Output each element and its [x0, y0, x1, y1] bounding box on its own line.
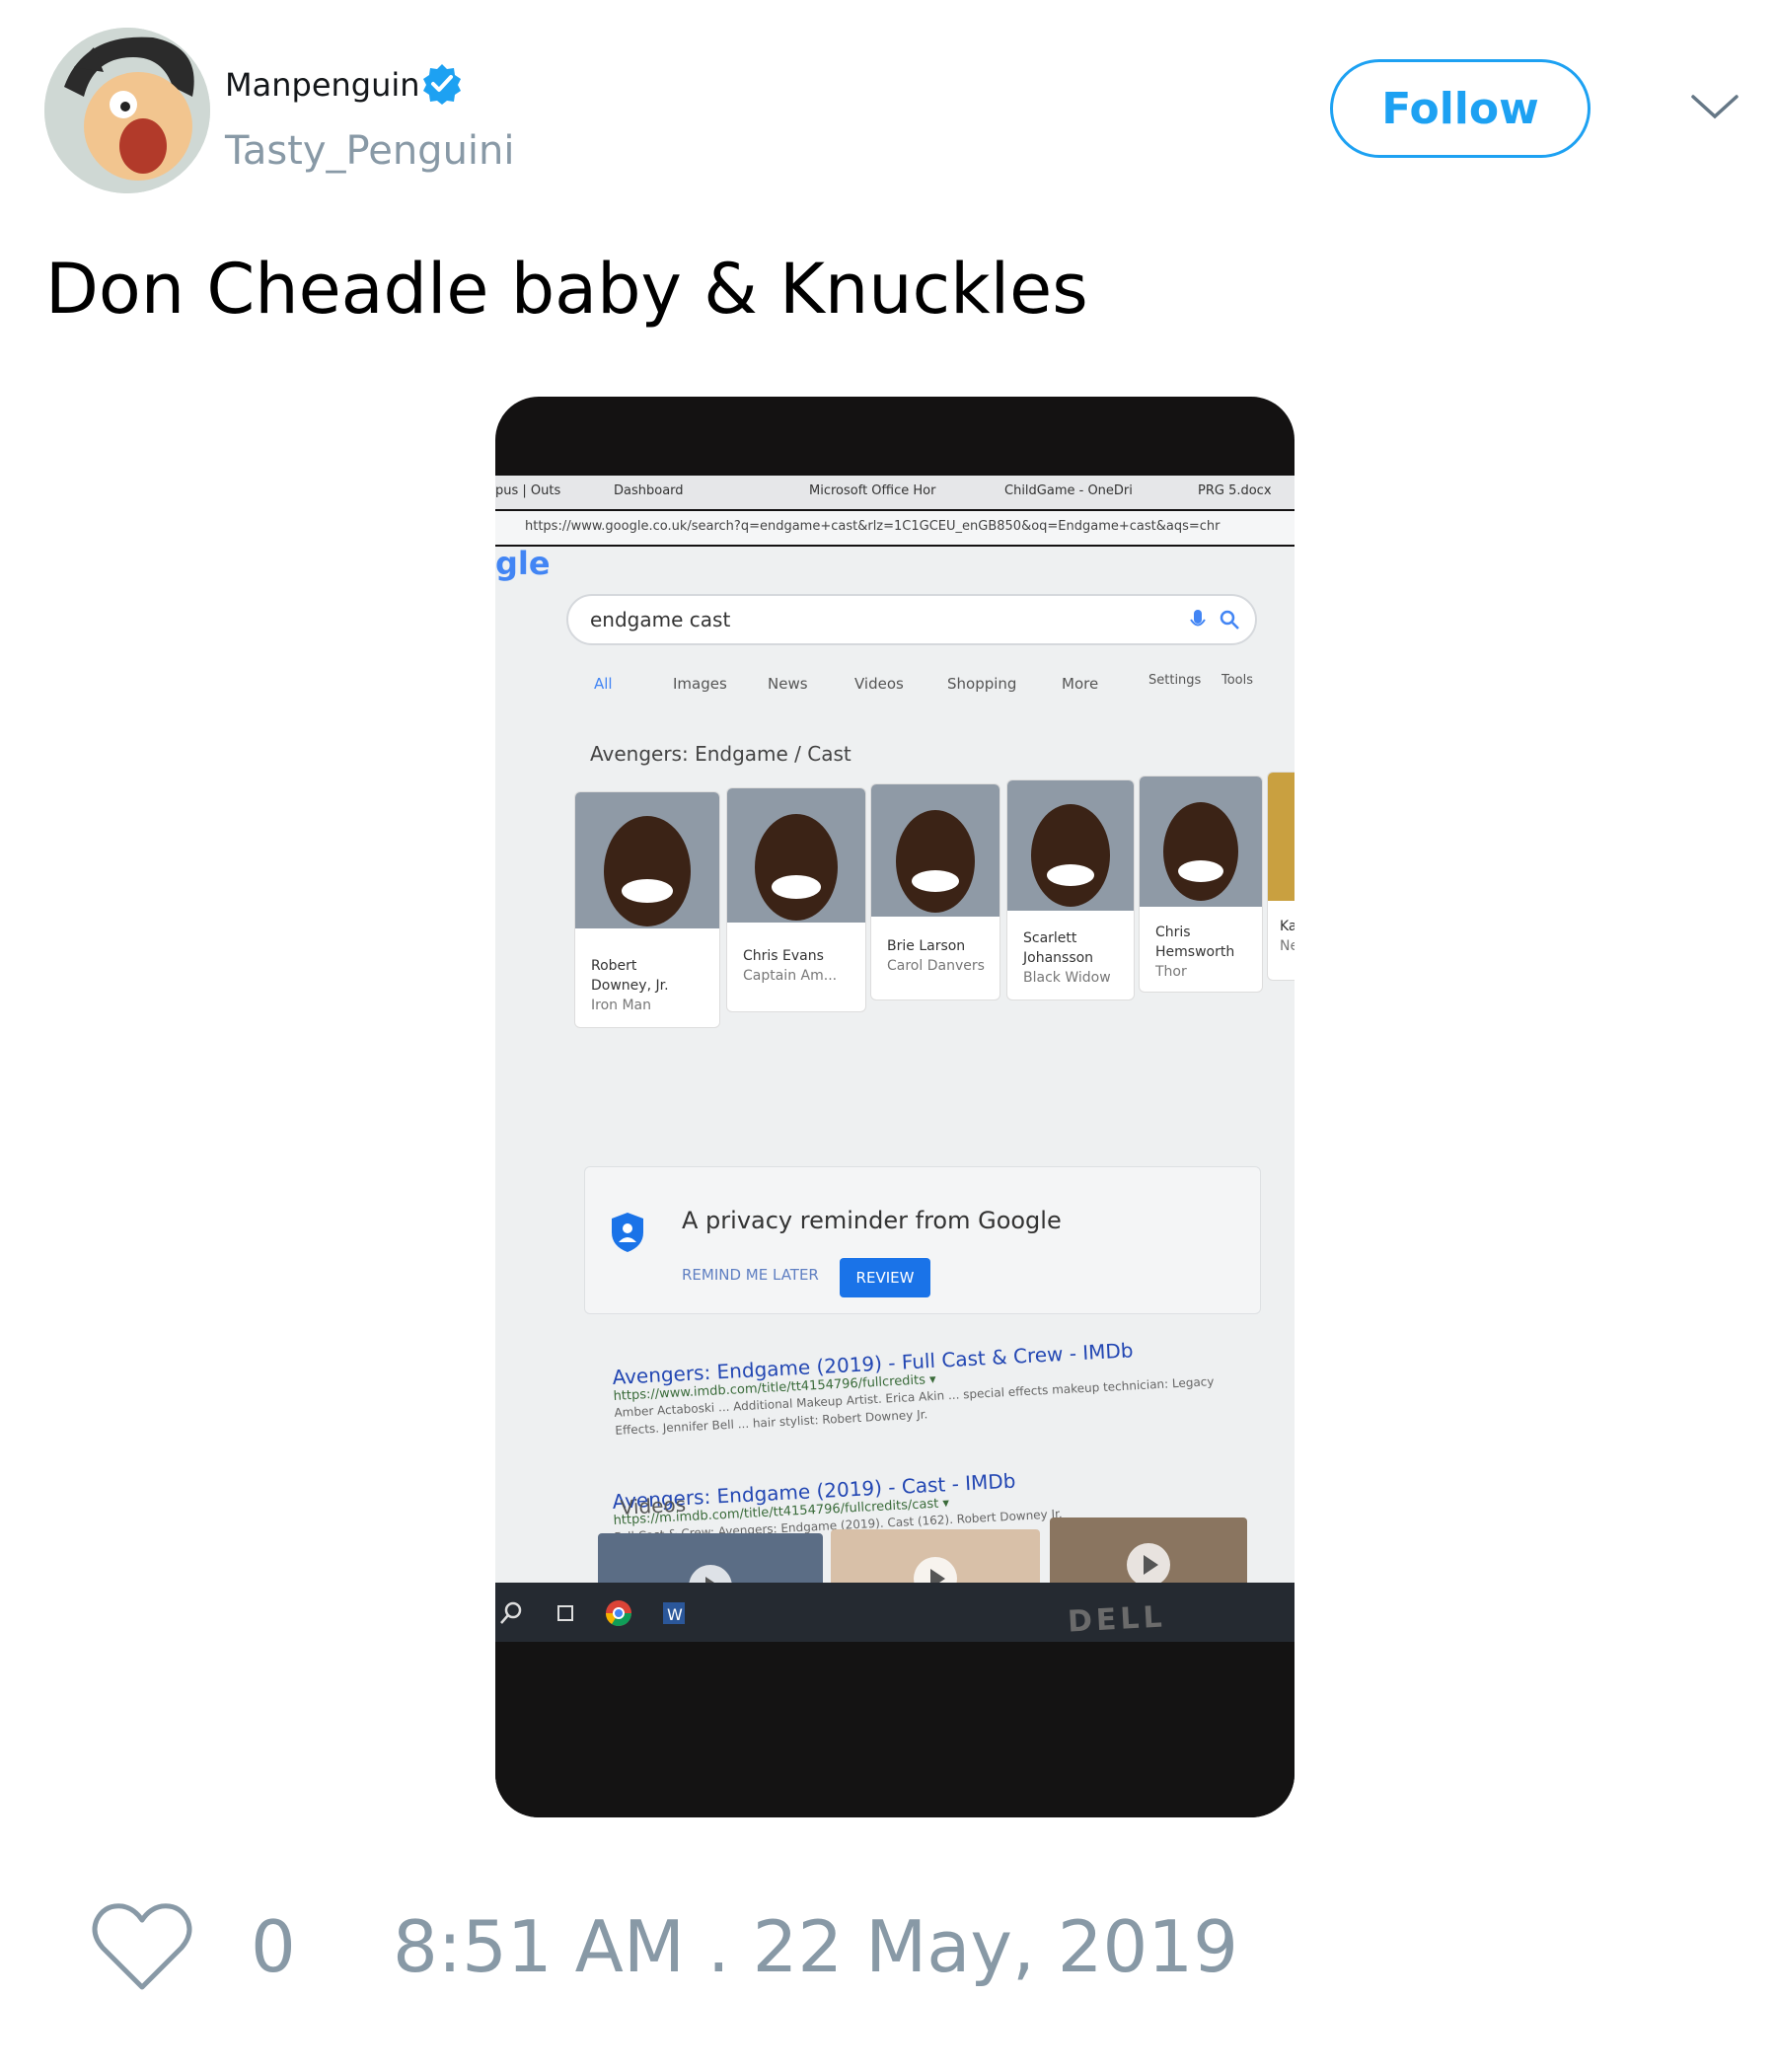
- browser-tab: PRG 5.docx: [1198, 483, 1272, 498]
- shield-icon: [612, 1213, 643, 1252]
- cast-name: Downey, Jr.: [591, 978, 669, 994]
- privacy-reminder-card: A privacy reminder from Google REMIND ME…: [584, 1166, 1261, 1314]
- tweet-text: Don Cheadle baby & Knuckles: [45, 249, 1088, 330]
- privacy-title: A privacy reminder from Google: [682, 1207, 1062, 1234]
- cast-card: Chris Hemsworth Thor: [1139, 776, 1263, 993]
- cast-card: Robert Downey, Jr. Iron Man: [574, 791, 720, 1028]
- search-icon: [500, 1601, 522, 1624]
- search-icon: [1220, 610, 1239, 629]
- address-bar: https://www.google.co.uk/search?q=endgam…: [495, 511, 1295, 545]
- cast-name: Hemsworth: [1155, 944, 1235, 960]
- nav-all: All: [594, 675, 613, 693]
- chevron-down-icon[interactable]: [1687, 87, 1742, 126]
- nav-videos: Videos: [854, 675, 904, 693]
- dell-logo: DELL: [1067, 1599, 1167, 1640]
- search-query: endgame cast: [590, 608, 731, 631]
- timestamp[interactable]: 8:51 AM . 22 May, 2019: [393, 1904, 1238, 1989]
- word-icon: W: [663, 1602, 685, 1624]
- task-view-icon: [557, 1605, 573, 1621]
- display-name[interactable]: Manpenguin: [225, 65, 420, 105]
- browser-screen: gle endgame cast All Images News Videos …: [495, 545, 1295, 1632]
- google-logo: gle: [495, 545, 551, 582]
- nav-shopping: Shopping: [947, 675, 1017, 693]
- cast-heading: Avengers: Endgame / Cast: [590, 742, 851, 766]
- actor-photo: [1007, 780, 1134, 911]
- cast-name: Chris Evans: [743, 948, 824, 964]
- follow-button[interactable]: Follow: [1330, 59, 1591, 158]
- actor-photo: [871, 784, 999, 917]
- nav-news: News: [768, 675, 808, 693]
- cast-name: Johansson: [1023, 950, 1094, 966]
- cast-role: Ne: [1280, 938, 1295, 954]
- avatar[interactable]: [44, 28, 210, 193]
- review-button: REVIEW: [840, 1258, 930, 1297]
- actor-photo: [575, 792, 719, 928]
- search-box: endgame cast: [566, 594, 1257, 645]
- cast-name: Brie Larson: [887, 938, 966, 954]
- cast-role: Captain Am...: [743, 968, 838, 984]
- cast-name: Scarlett: [1023, 930, 1077, 946]
- tweet-photo[interactable]: pus | Outs Dashboard Microsoft Office Ho…: [495, 397, 1295, 1817]
- videos-heading: Videos: [620, 1492, 687, 1519]
- heart-icon[interactable]: [89, 1900, 195, 1995]
- cast-role: Carol Danvers: [887, 958, 985, 974]
- play-icon: [1127, 1543, 1170, 1587]
- cast-name: Ka: [1280, 919, 1295, 934]
- nav-more: More: [1062, 675, 1099, 693]
- cast-role: Iron Man: [591, 998, 651, 1013]
- cast-role: Black Widow: [1023, 970, 1111, 986]
- nav-tools: Tools: [1221, 673, 1254, 688]
- verified-badge-icon: [423, 64, 461, 105]
- like-count: 0: [251, 1905, 296, 1988]
- cast-card: Chris Evans Captain Am...: [726, 787, 866, 1012]
- actor-photo: [1140, 777, 1262, 907]
- microphone-icon: [1190, 610, 1206, 627]
- cast-role: Thor: [1155, 964, 1187, 980]
- browser-tab: ChildGame - OneDri: [1004, 483, 1133, 498]
- handle[interactable]: Tasty_Penguini: [225, 126, 515, 176]
- nav-settings: Settings: [1148, 673, 1202, 688]
- browser-tab: Dashboard: [614, 483, 684, 498]
- cast-name: Chris: [1155, 925, 1191, 940]
- svg-text:W: W: [667, 1605, 683, 1624]
- remind-later-button: REMIND ME LATER: [682, 1266, 819, 1284]
- url-text: https://www.google.co.uk/search?q=endgam…: [525, 519, 1221, 534]
- windows-taskbar: W: [495, 1583, 1295, 1642]
- browser-tab: Microsoft Office Hor: [809, 483, 936, 498]
- cast-name: Robert: [591, 958, 637, 974]
- actor-photo: [727, 788, 865, 923]
- cast-card: Brie Larson Carol Danvers: [870, 783, 1000, 1000]
- cast-card: Ka Ne: [1267, 772, 1295, 981]
- browser-tab: pus | Outs: [495, 483, 561, 498]
- cast-card: Scarlett Johansson Black Widow: [1006, 779, 1135, 1000]
- browser-tab-bar: pus | Outs Dashboard Microsoft Office Ho…: [495, 476, 1295, 509]
- monitor-bezel: [495, 1642, 1295, 1817]
- search-result: Avengers: Endgame (2019) - Full Cast & C…: [612, 1333, 1246, 1440]
- chrome-icon: [605, 1600, 632, 1627]
- poster-image: [1268, 773, 1295, 901]
- nav-images: Images: [673, 675, 727, 693]
